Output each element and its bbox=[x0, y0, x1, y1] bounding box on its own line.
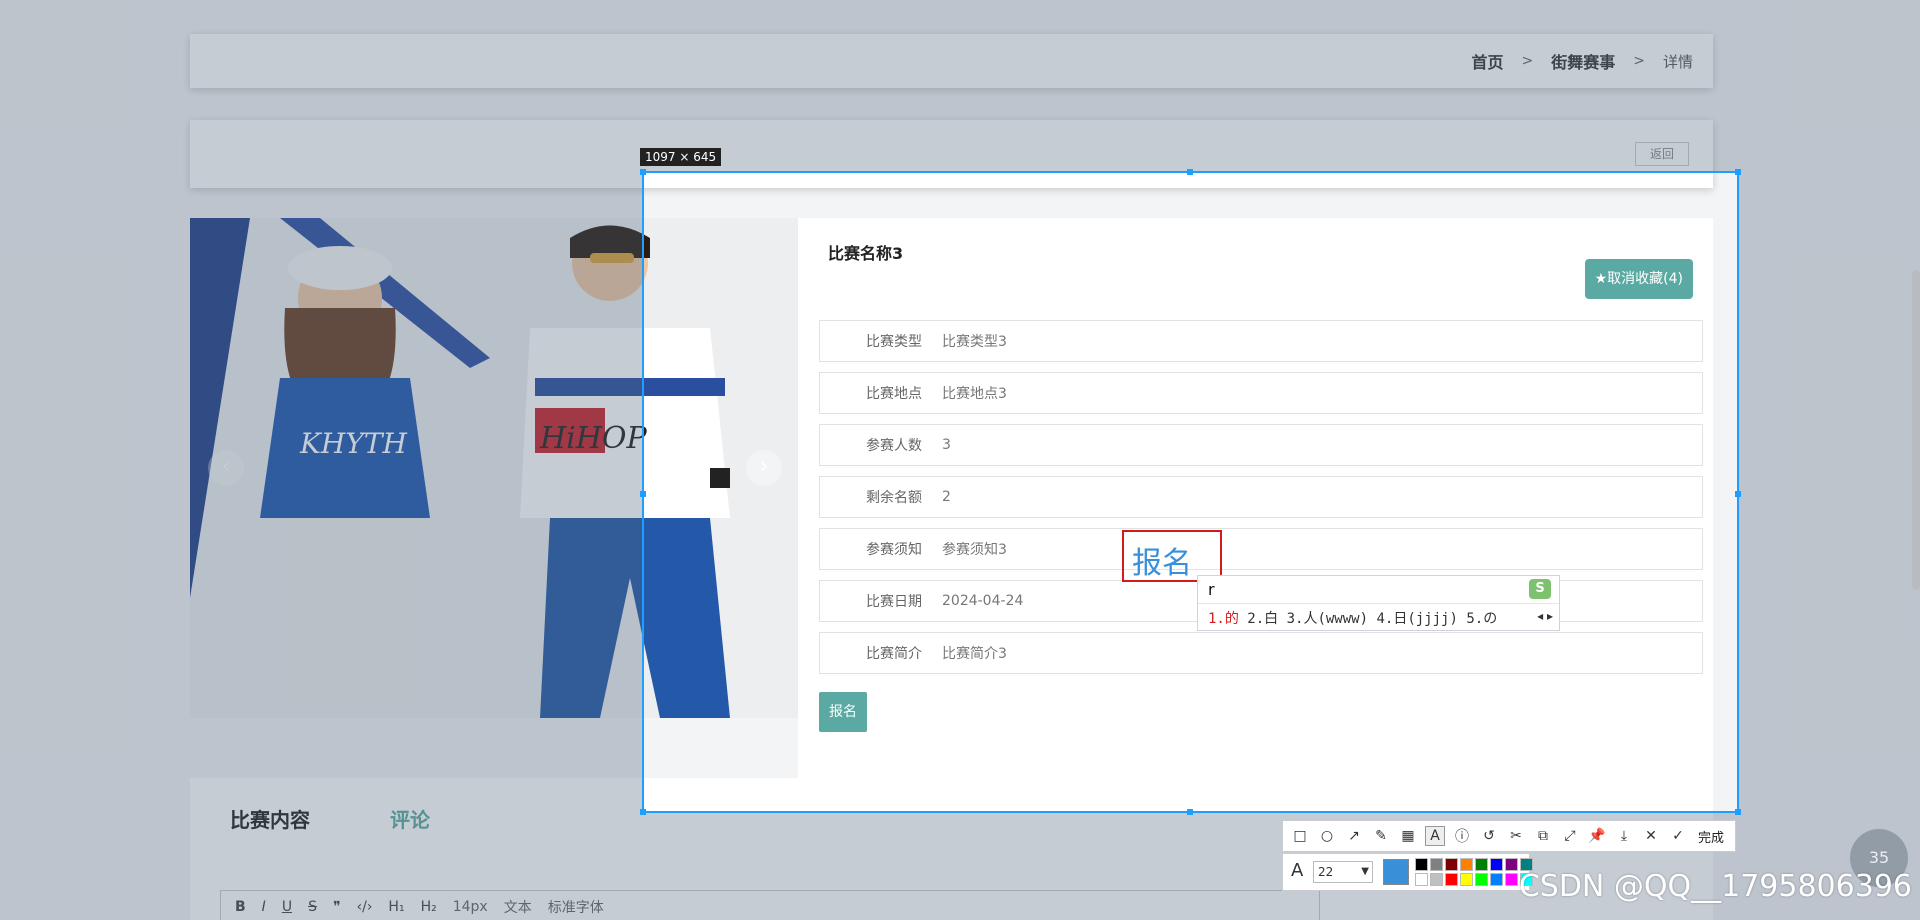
ime-logo-icon: S bbox=[1529, 579, 1551, 599]
font-icon: A bbox=[1291, 860, 1304, 881]
mosaic-icon[interactable]: ▦ bbox=[1399, 827, 1417, 845]
color-swatch[interactable] bbox=[1445, 873, 1458, 886]
resize-handle[interactable] bbox=[640, 809, 646, 815]
check-icon[interactable]: ✓ bbox=[1669, 827, 1687, 845]
ime-candidate[interactable]: 2.白 bbox=[1247, 611, 1278, 627]
color-swatch[interactable] bbox=[1415, 873, 1428, 886]
color-swatch[interactable] bbox=[1490, 858, 1503, 871]
color-swatch[interactable] bbox=[1415, 858, 1428, 871]
ime-candidate[interactable]: 1.的 bbox=[1208, 611, 1239, 627]
text-annotation: 报名 bbox=[1132, 546, 1192, 581]
ime-candidates: 1.的 2.白 3.人(wwww) 4.日(jjjj) 5.の bbox=[1208, 608, 1497, 628]
color-swatch[interactable] bbox=[1490, 873, 1503, 886]
ime-composition: r bbox=[1208, 580, 1215, 599]
selection-size-label: 1097 × 645 bbox=[640, 148, 722, 166]
color-swatch[interactable] bbox=[1505, 873, 1518, 886]
done-button[interactable]: 完成 bbox=[1698, 827, 1724, 846]
resize-handle[interactable] bbox=[1735, 491, 1741, 497]
current-color-swatch[interactable] bbox=[1383, 859, 1409, 885]
resize-handle[interactable] bbox=[640, 169, 646, 175]
ime-candidate[interactable]: 4.日(jjjj) bbox=[1376, 611, 1457, 627]
rectangle-icon[interactable]: □ bbox=[1291, 827, 1309, 845]
font-size-value: 22 bbox=[1318, 865, 1334, 879]
color-swatch[interactable] bbox=[1460, 858, 1473, 871]
ime-candidate[interactable]: 3.人(wwww) bbox=[1287, 611, 1368, 627]
resize-handle[interactable] bbox=[640, 491, 646, 497]
font-size-select[interactable]: 22 ▼ bbox=[1313, 861, 1373, 883]
color-swatch[interactable] bbox=[1475, 873, 1488, 886]
dim-overlay-top bbox=[0, 0, 1920, 171]
resize-handle[interactable] bbox=[1735, 809, 1741, 815]
color-palette bbox=[1415, 858, 1533, 886]
pin-icon[interactable]: 📌 bbox=[1588, 827, 1606, 845]
close-icon[interactable]: ✕ bbox=[1642, 827, 1660, 845]
color-swatch[interactable] bbox=[1505, 858, 1518, 871]
color-swatch[interactable] bbox=[1475, 858, 1488, 871]
watermark: CSDN @QQ__1795806396 bbox=[1518, 869, 1912, 904]
text-style-panel: A 22 ▼ bbox=[1282, 853, 1533, 891]
ime-next-icon[interactable]: ◂ ▸ bbox=[1537, 609, 1553, 623]
resize-handle[interactable] bbox=[1735, 169, 1741, 175]
color-swatch[interactable] bbox=[1430, 873, 1443, 886]
chevron-down-icon: ▼ bbox=[1361, 866, 1369, 877]
copy-icon[interactable]: ⧉ bbox=[1534, 827, 1552, 845]
divider bbox=[1198, 603, 1559, 604]
pen-icon[interactable]: ✎ bbox=[1372, 827, 1390, 845]
dim-overlay-right bbox=[1739, 171, 1920, 813]
download-icon[interactable]: ⤓ bbox=[1615, 827, 1633, 845]
ime-candidate-window: r S 1.的 2.白 3.人(wwww) 4.日(jjjj) 5.の ◂ ▸ bbox=[1197, 575, 1560, 631]
text-tool-icon[interactable]: A bbox=[1425, 826, 1445, 846]
arrow-icon[interactable]: ↗ bbox=[1345, 827, 1363, 845]
capture-toolbar: □ ○ ↗ ✎ ▦ A ⓘ ↺ ✂ ⧉ ⤢ 📌 ⤓ ✕ ✓ 完成 bbox=[1282, 820, 1736, 852]
capture-selection[interactable] bbox=[640, 169, 1741, 815]
number-marker-icon[interactable]: ⓘ bbox=[1453, 827, 1471, 845]
ime-candidate[interactable]: 5.の bbox=[1466, 611, 1497, 627]
resize-handle[interactable] bbox=[1187, 809, 1193, 815]
ellipse-icon[interactable]: ○ bbox=[1318, 827, 1336, 845]
color-swatch[interactable] bbox=[1430, 858, 1443, 871]
undo-icon[interactable]: ↺ bbox=[1480, 827, 1498, 845]
page-scrollbar[interactable] bbox=[1912, 270, 1920, 590]
resize-handle[interactable] bbox=[1187, 169, 1193, 175]
crop-icon[interactable]: ✂ bbox=[1507, 827, 1525, 845]
color-swatch[interactable] bbox=[1445, 858, 1458, 871]
dim-overlay-left bbox=[0, 171, 642, 813]
color-swatch[interactable] bbox=[1460, 873, 1473, 886]
fullscreen-icon[interactable]: ⤢ bbox=[1561, 827, 1579, 845]
